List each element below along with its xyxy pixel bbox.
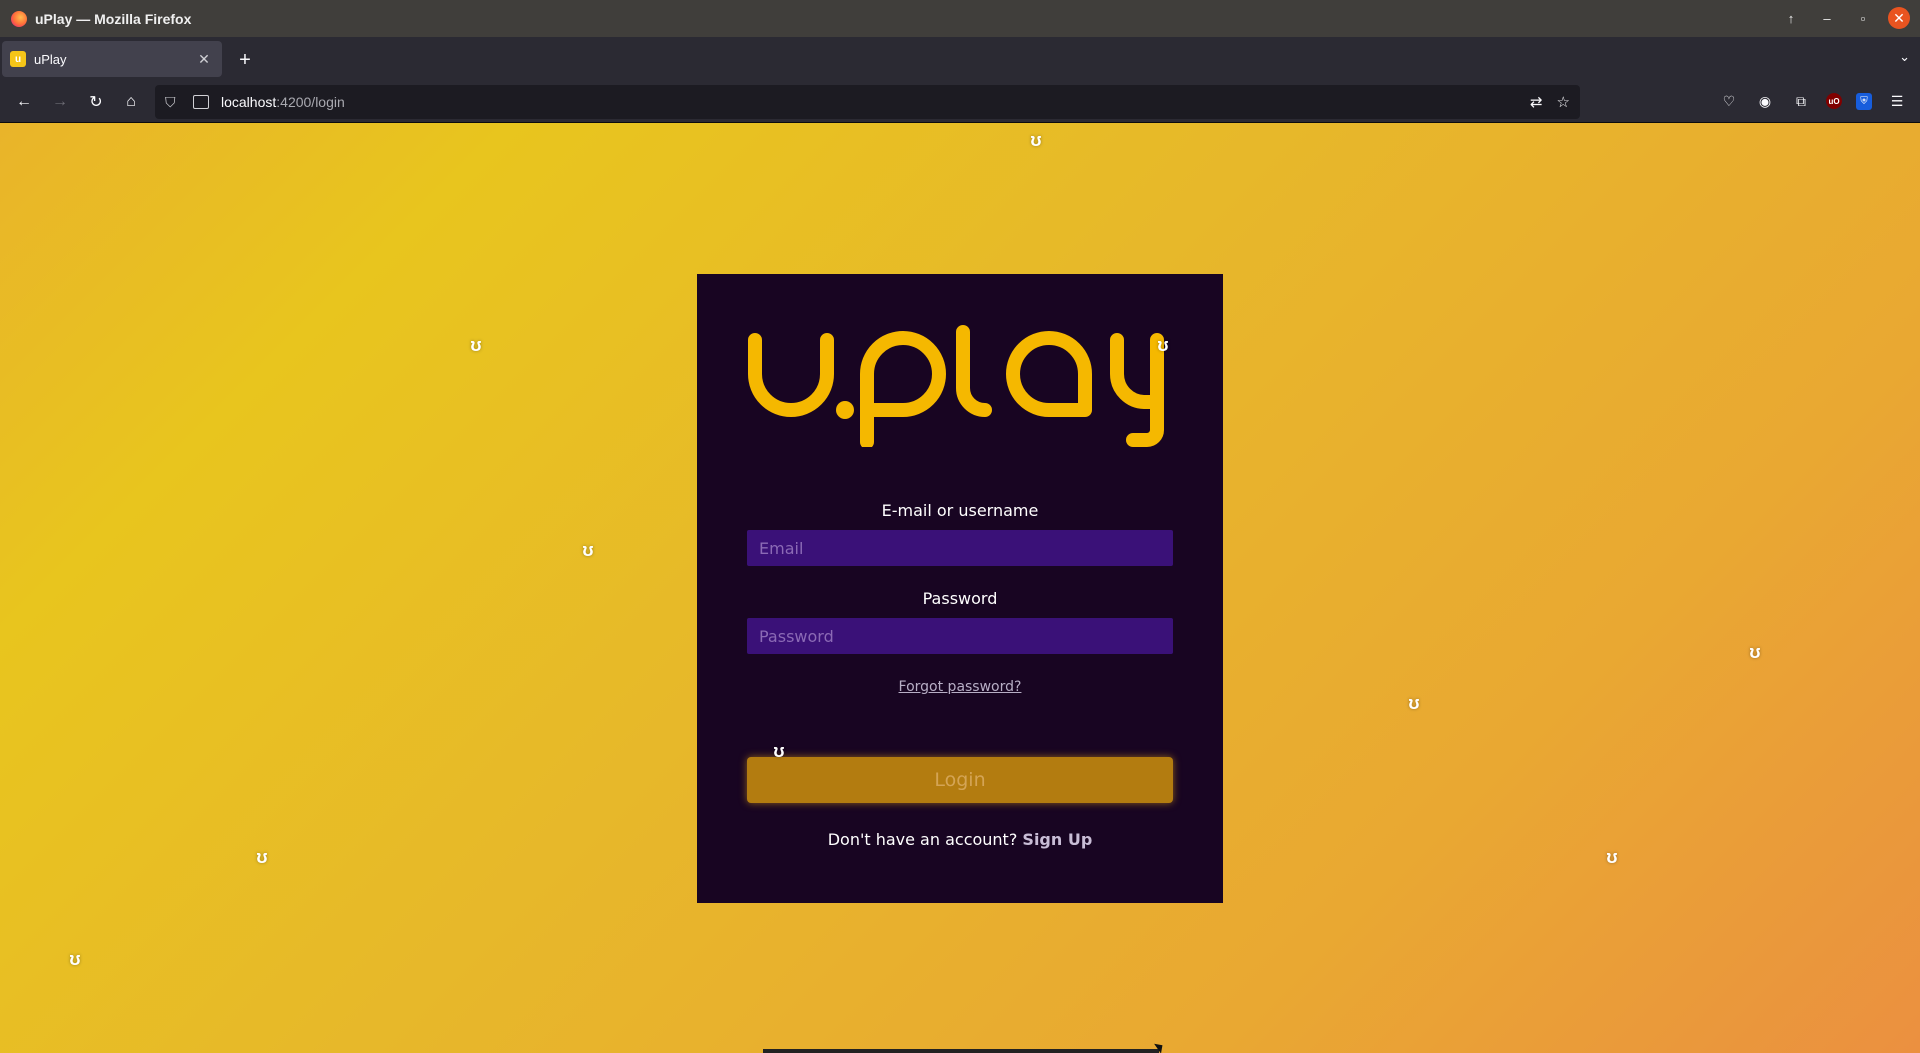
- tab-uplay[interactable]: u uPlay ✕: [2, 41, 222, 77]
- tab-label: uPlay: [34, 51, 67, 67]
- email-label: E-mail or username: [881, 501, 1039, 520]
- navigation-toolbar: ← → ↻ ⌂ ⛉ localhost:4200/login ⇄ ☆ ♡ ◉ ⧉…: [0, 81, 1920, 123]
- uplay-coin-icon: ʊ: [1606, 846, 1618, 867]
- forgot-password-link[interactable]: Forgot password?: [697, 679, 1223, 695]
- uplay-coin-icon: ʊ: [1157, 334, 1169, 355]
- app-menu-icon[interactable]: ☰: [1886, 90, 1908, 112]
- window-titlebar: uPlay — Mozilla Firefox ↑ – ▫ ✕: [0, 0, 1920, 37]
- bitwarden-icon[interactable]: ⛨: [1856, 92, 1872, 110]
- url-bar[interactable]: ⛉ localhost:4200/login ⇄ ☆: [155, 85, 1580, 119]
- close-window-button[interactable]: ✕: [1888, 7, 1910, 29]
- back-button[interactable]: ←: [12, 90, 36, 114]
- url-text[interactable]: localhost:4200/login: [221, 94, 345, 110]
- login-card: E-mail or username Password Forgot passw…: [697, 274, 1223, 903]
- scroll-up-icon[interactable]: ↑: [1780, 7, 1802, 29]
- reload-button[interactable]: ↻: [84, 90, 108, 114]
- window-title: uPlay — Mozilla Firefox: [35, 10, 192, 27]
- tab-close-icon[interactable]: ✕: [194, 49, 214, 69]
- password-label: Password: [922, 589, 998, 608]
- pocket-icon[interactable]: ♡: [1718, 90, 1740, 112]
- signup-prompt-line: Don't have an account? Sign Up: [697, 830, 1223, 849]
- uplay-coin-icon: ʊ: [582, 539, 594, 560]
- tab-strip: u uPlay ✕ + ⌄: [0, 37, 1920, 81]
- list-all-tabs-chevron-icon[interactable]: ⌄: [1899, 49, 1910, 65]
- bookmark-star-icon[interactable]: ☆: [1557, 93, 1570, 111]
- home-button[interactable]: ⌂: [119, 90, 143, 114]
- login-button[interactable]: Login: [747, 757, 1173, 803]
- uplay-coin-icon: ʊ: [470, 334, 482, 355]
- uplay-coin-icon: ʊ: [69, 948, 81, 969]
- uplay-logo: [748, 325, 1164, 447]
- email-field[interactable]: [747, 530, 1173, 566]
- page-background: ʊ ʊ ʊ ʊ ʊ ʊ ʊ ʊ ʊ ʊ E-mail or username P…: [0, 123, 1920, 1053]
- signup-prompt-text: Don't have an account?: [827, 830, 1018, 849]
- uplay-coin-icon: ʊ: [1408, 692, 1420, 713]
- signup-link[interactable]: Sign Up: [1022, 830, 1092, 849]
- uplay-coin-icon: ʊ: [773, 740, 785, 761]
- bottom-scroll-indicator: [763, 1049, 1159, 1053]
- ublock-origin-icon[interactable]: uO: [1826, 93, 1842, 109]
- new-tab-button[interactable]: +: [233, 48, 257, 72]
- extensions-icon[interactable]: ⧉: [1790, 90, 1812, 112]
- firefox-logo-icon: [11, 10, 27, 27]
- account-icon[interactable]: ◉: [1754, 90, 1776, 112]
- uplay-coin-icon: ʊ: [256, 846, 268, 867]
- translate-icon[interactable]: ⇄: [1530, 93, 1543, 111]
- minimize-button[interactable]: –: [1816, 7, 1838, 29]
- maximize-button[interactable]: ▫: [1852, 7, 1874, 29]
- forward-button[interactable]: →: [48, 90, 72, 114]
- uplay-coin-icon: ʊ: [1749, 641, 1761, 662]
- password-field[interactable]: [747, 618, 1173, 654]
- tracking-protection-shield-icon[interactable]: ⛉: [165, 94, 183, 111]
- page-info-icon[interactable]: [193, 95, 209, 109]
- uplay-favicon-icon: u: [10, 51, 26, 67]
- toolbar-right: ♡ ◉ ⧉ uO ⛨ ☰: [1718, 90, 1908, 112]
- uplay-coin-icon: ʊ: [1030, 129, 1042, 150]
- window-controls: ↑ – ▫ ✕: [1780, 7, 1910, 29]
